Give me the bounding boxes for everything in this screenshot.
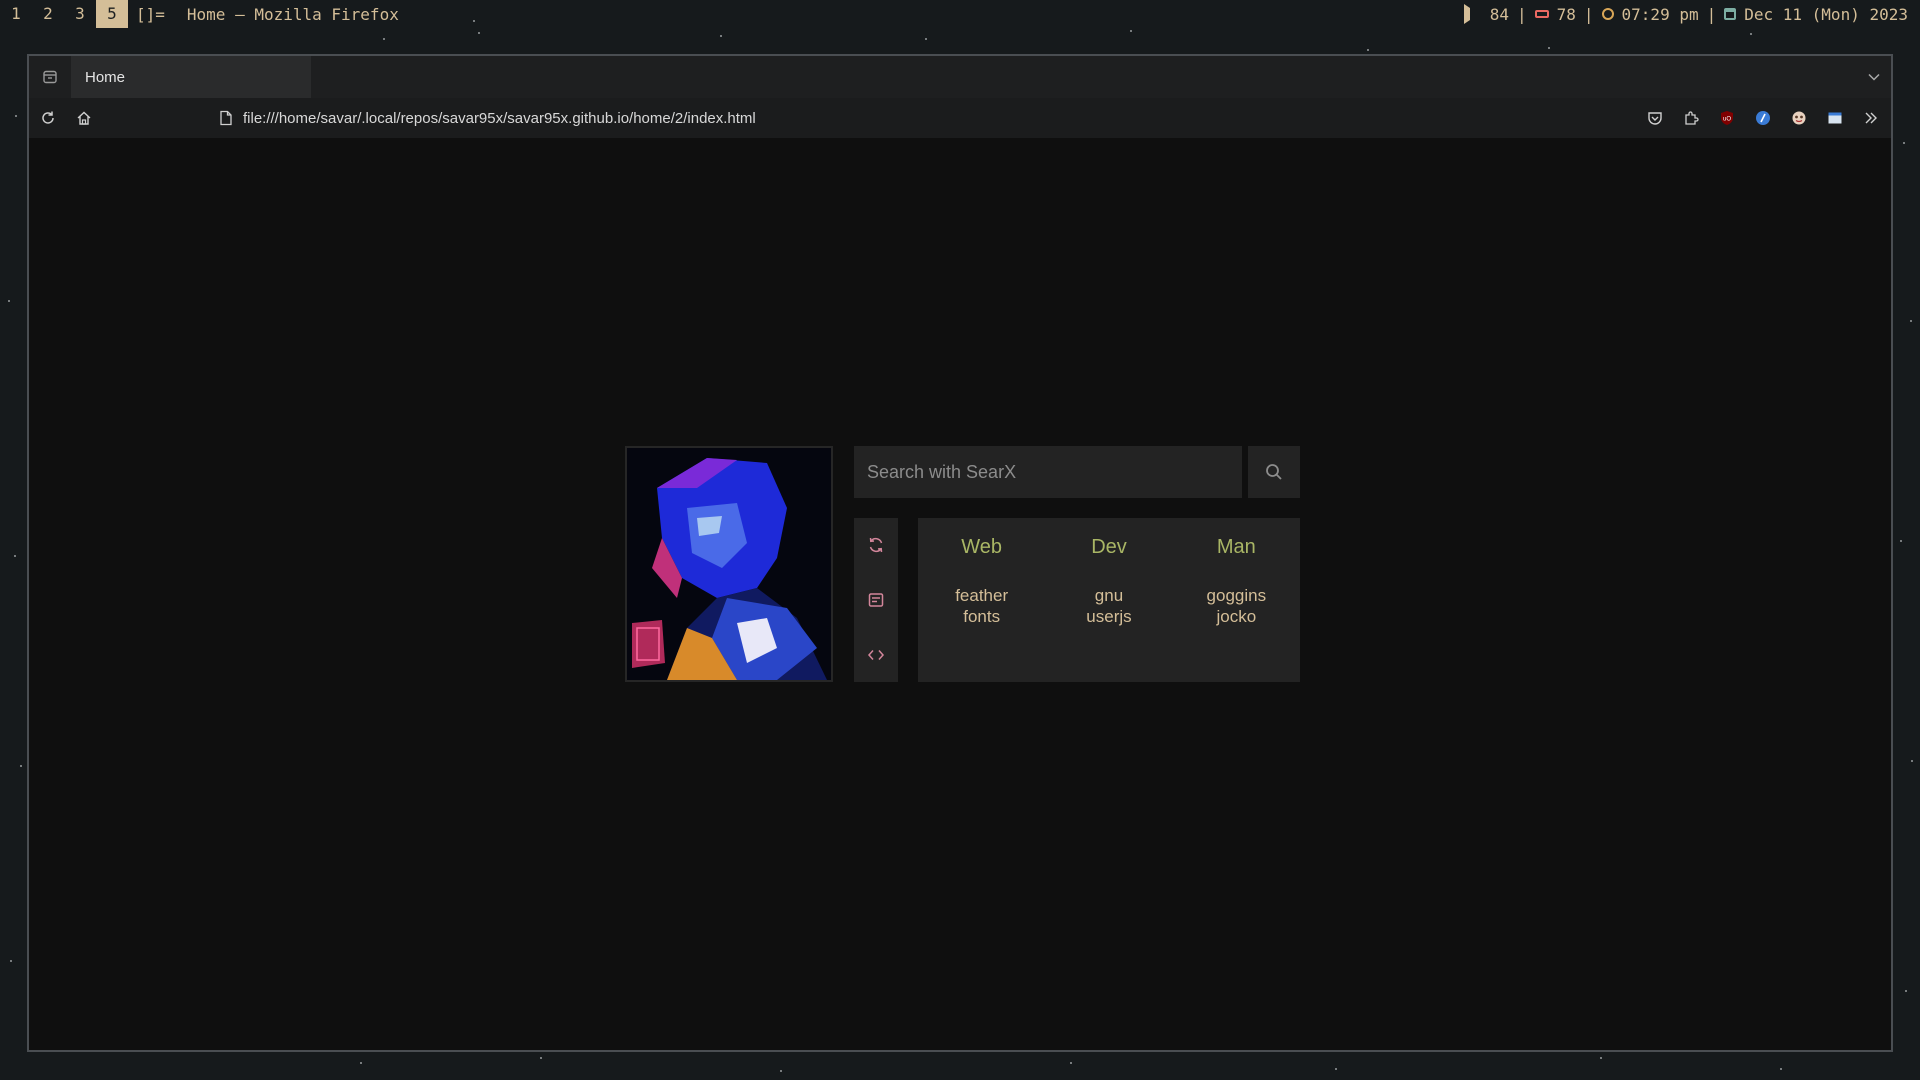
reload-icon (42, 111, 54, 124)
column-title: Man (1216, 536, 1256, 558)
separator: | (1706, 4, 1717, 24)
link-userjs[interactable]: userjs (1054, 606, 1164, 627)
search-icon (1266, 464, 1282, 480)
search-button[interactable] (1248, 446, 1300, 498)
battery-value: 78 (1556, 4, 1576, 24)
layout-indicator[interactable]: []= (136, 5, 165, 24)
url-bar[interactable]: file:///home/savar/.local/repos/savar95x… (219, 98, 756, 138)
link-goggins[interactable]: goggins (1181, 585, 1291, 606)
pocket-button[interactable] (1643, 106, 1667, 130)
firefox-window: Home file:///home/savar/.local/repos/sav… (27, 54, 1893, 1052)
page-content: Web feather fonts Dev gnu userjs Man gog… (29, 138, 1891, 1050)
extensions-button[interactable] (1679, 106, 1703, 130)
portrait-image (625, 446, 833, 682)
link-gnu[interactable]: gnu (1054, 585, 1164, 606)
link-feather[interactable]: feather (927, 585, 1037, 606)
notes-icon (868, 593, 884, 607)
time-value: 07:29 pm (1621, 4, 1699, 24)
workspace-3[interactable]: 3 (64, 0, 96, 28)
refresh-button[interactable] (861, 530, 891, 560)
portrait-artwork (627, 448, 831, 680)
bookmark-column-dev: Dev gnu userjs (1054, 536, 1164, 682)
link-fonts[interactable]: fonts (927, 606, 1037, 627)
status-widgets: 84 | 78 | 07:29 pm | Dec 11 (Mon) 2023 (1463, 0, 1908, 28)
pocket-icon (1648, 112, 1662, 125)
tampermonkey-icon (1792, 111, 1806, 125)
window-button[interactable] (1823, 106, 1847, 130)
clock-icon (1601, 8, 1614, 20)
search-input[interactable] (854, 446, 1242, 498)
svg-text:uO: uO (1723, 117, 1731, 123)
list-all-tabs-button[interactable] (1867, 56, 1881, 98)
bookmark-column-web: Web feather fonts (927, 536, 1037, 682)
url-text: file:///home/savar/.local/repos/savar95x… (243, 109, 756, 127)
home-icon (77, 111, 91, 125)
ublock-origin-icon: uO (1721, 111, 1733, 125)
overflow-icon (1865, 112, 1877, 124)
tab-title: Home (85, 68, 126, 86)
separator: | (1583, 4, 1594, 24)
extensions-icon (1685, 111, 1699, 125)
workspace-list: 1 2 3 5 (0, 0, 128, 28)
tab-home[interactable]: Home (71, 56, 311, 98)
bitwarden-button[interactable] (1751, 106, 1775, 130)
window-title: Home — Mozilla Firefox (186, 4, 399, 24)
volume-value: 84 (1489, 4, 1509, 24)
volume-icon (1463, 4, 1482, 24)
firefox-view-icon (43, 70, 57, 84)
ublock-origin-button[interactable]: uO (1715, 106, 1739, 130)
toolbar-extensions: uO (1643, 98, 1883, 138)
column-title: Web (961, 536, 1003, 558)
bookmark-column-man: Man goggins jocko (1181, 536, 1291, 682)
workspace-2[interactable]: 2 (32, 0, 64, 28)
bookmark-columns: Web feather fonts Dev gnu userjs Man gog… (918, 518, 1300, 682)
calendar-icon (1724, 8, 1737, 20)
notes-button[interactable] (861, 585, 891, 615)
date-value: Dec 11 (Mon) 2023 (1744, 4, 1908, 24)
tampermonkey-button[interactable] (1787, 106, 1811, 130)
refresh-icon (869, 538, 883, 553)
tab-bar: Home (29, 56, 1891, 98)
window-icon (1828, 112, 1842, 124)
link-jocko[interactable]: jocko (1181, 606, 1291, 627)
reload-button[interactable] (30, 110, 66, 126)
quick-actions (854, 518, 898, 682)
chevron-down-icon (1868, 73, 1880, 81)
firefox-view-button[interactable] (29, 56, 71, 98)
overflow-menu-button[interactable] (1859, 106, 1883, 130)
nav-bar: file:///home/savar/.local/repos/savar95x… (29, 98, 1891, 138)
file-icon (220, 110, 232, 126)
workspace-1[interactable]: 1 (0, 0, 32, 28)
workspace-5[interactable]: 5 (96, 0, 128, 28)
battery-icon (1534, 10, 1549, 18)
column-title: Dev (1091, 536, 1127, 558)
code-button[interactable] (861, 640, 891, 670)
home-button[interactable] (66, 110, 102, 126)
status-bar: 1 2 3 5 []= Home — Mozilla Firefox 84 | … (0, 0, 1920, 28)
separator: | (1516, 4, 1527, 24)
code-icon (867, 649, 885, 660)
bitwarden-icon (1756, 111, 1770, 125)
